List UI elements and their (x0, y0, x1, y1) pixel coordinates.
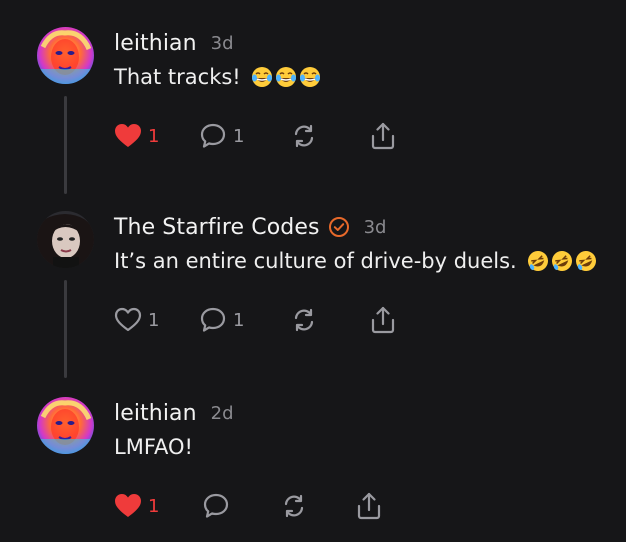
author-name[interactable]: The Starfire Codes (114, 215, 320, 240)
emoji-group (249, 66, 321, 88)
reply-count: 1 (233, 309, 245, 331)
comment-bubble-icon (200, 307, 226, 332)
comment-post: leithian 2d LMFAO! 1 (0, 370, 626, 530)
comment-text: It’s an entire culture of drive-by duels… (114, 249, 517, 273)
share-icon (357, 492, 381, 520)
author-name[interactable]: leithian (114, 31, 197, 56)
repost-icon (294, 308, 314, 332)
repost-button[interactable] (279, 490, 309, 522)
action-bar: 1 1 (114, 120, 414, 152)
comment-header: leithian 3d (114, 29, 234, 57)
emoji-group (525, 250, 597, 272)
timestamp[interactable]: 3d (364, 217, 387, 238)
comment-body: It’s an entire culture of drive-by duels… (114, 249, 597, 273)
comment-text: LMFAO! (114, 435, 193, 459)
heart-filled-icon (115, 494, 141, 517)
action-bar: 1 (114, 490, 414, 522)
comment-bubble-icon (200, 123, 226, 148)
avatar[interactable] (37, 211, 94, 268)
comment-header: The Starfire Codes 3d (114, 213, 386, 241)
comment-post: The Starfire Codes 3d It’s an entire cul… (0, 184, 626, 378)
timestamp[interactable]: 2d (211, 403, 234, 424)
comment-body: That tracks! (114, 65, 321, 89)
like-button[interactable]: 1 (114, 490, 159, 522)
share-icon (371, 122, 395, 150)
like-count: 1 (148, 125, 160, 147)
comment-thread: leithian 3d That tracks! 1 1 The Starfir… (0, 0, 626, 542)
comment-text: That tracks! (114, 65, 241, 89)
avatar[interactable] (37, 397, 94, 454)
repost-button[interactable] (289, 120, 319, 152)
reply-button[interactable] (202, 490, 230, 522)
heart-filled-icon (115, 124, 141, 147)
like-button[interactable]: 1 (114, 304, 159, 336)
comment-header: leithian 2d (114, 399, 234, 427)
share-button[interactable] (369, 120, 397, 152)
thread-connector-line (64, 280, 67, 378)
like-button[interactable]: 1 (114, 120, 159, 152)
like-count: 1 (148, 309, 160, 331)
repost-icon (294, 124, 314, 148)
repost-button[interactable] (289, 304, 319, 336)
rofl-emoji-icon (551, 250, 573, 272)
share-button[interactable] (355, 490, 383, 522)
tears-of-joy-emoji-icon (299, 66, 321, 88)
share-icon (371, 306, 395, 334)
comment-body: LMFAO! (114, 435, 193, 459)
verified-badge-icon (328, 216, 350, 238)
repost-icon (284, 494, 304, 518)
heart-outline-icon (114, 307, 142, 332)
rofl-emoji-icon (527, 250, 549, 272)
reply-button[interactable]: 1 (199, 304, 244, 336)
timestamp[interactable]: 3d (211, 33, 234, 54)
avatar[interactable] (37, 27, 94, 84)
rofl-emoji-icon (575, 250, 597, 272)
comment-post: leithian 3d That tracks! 1 1 (0, 0, 626, 194)
thread-connector-line (64, 96, 67, 194)
action-bar: 1 1 (114, 304, 414, 336)
reply-button[interactable]: 1 (199, 120, 244, 152)
tears-of-joy-emoji-icon (251, 66, 273, 88)
tears-of-joy-emoji-icon (275, 66, 297, 88)
share-button[interactable] (369, 304, 397, 336)
like-count: 1 (148, 495, 160, 517)
reply-count: 1 (233, 125, 245, 147)
comment-bubble-icon (203, 493, 229, 518)
author-name[interactable]: leithian (114, 401, 197, 426)
